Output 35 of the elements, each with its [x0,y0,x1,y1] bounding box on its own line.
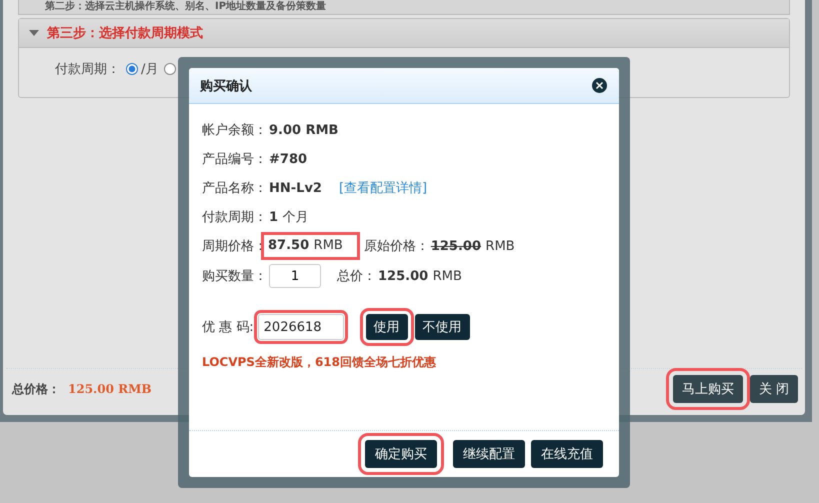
cancel-coupon-button[interactable]: 不使用 [414,314,470,340]
field-label: 优 惠 码: [202,319,254,336]
field-value: 9.00 RMB [269,122,338,138]
field-label: 原始价格： [364,238,429,255]
radio-button[interactable] [164,63,176,75]
field-label: 付款周期： [202,209,267,226]
field-label: 帐户余额： [202,122,267,139]
collapse-triangle-icon[interactable] [29,30,39,36]
total-label: 总价格： [12,380,60,398]
radio-label[interactable]: /月 [141,60,158,78]
quantity-field[interactable]: 1 [269,264,321,288]
confirm-buy-button[interactable]: 确定购买 [365,440,437,468]
recharge-button[interactable]: 在线充值 [531,440,603,468]
original-price: 125.00 RMB [430,238,515,254]
close-button[interactable]: 关 闭 [750,375,798,403]
field-value: HN-Lv2 [269,180,322,196]
dialog-title: 购买确认 [200,78,252,94]
apply-button[interactable]: 使用 [366,314,408,340]
promo-message: LOCVPS全新改版，618回馈全场七折优惠 [202,354,437,371]
step-heading[interactable]: 第二步：选择云主机操作系统、别名、IP地址数量及备份策数量 [18,0,790,15]
field-label: 产品编号： [202,151,267,168]
radio-button[interactable] [126,63,138,75]
total-price: 125.00 RMB [68,382,152,396]
continue-config-button[interactable]: 继续配置 [453,440,525,468]
field-label: 购买数量： [202,268,267,285]
cycle-price: 87.50 RMB [261,232,360,260]
field-value: 1 个月 [269,209,309,226]
field-label: 付款周期： [55,61,120,78]
close-icon[interactable] [592,78,607,93]
total-price: 125.00 RMB [378,268,462,284]
field-label: 总价： [337,268,376,285]
field-value: #780 [269,152,308,166]
field-label: 产品名称： [202,180,267,197]
buy-button[interactable]: 马上购买 [672,375,743,403]
config-details-link[interactable]: [查看配置详情] [338,179,428,197]
